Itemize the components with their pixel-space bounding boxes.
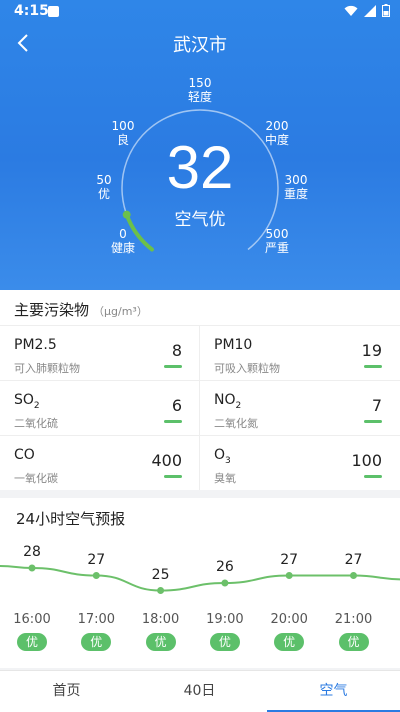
forecast-line bbox=[0, 565, 400, 592]
forecast-point bbox=[28, 564, 36, 572]
pollutant-value: 8 bbox=[171, 341, 182, 360]
pollutant-name: CO bbox=[14, 447, 35, 463]
forecast-card: 24小时空气预报 28 16:00 优 27 17:00 优 25 18:00 优 26 19:00… bbox=[0, 498, 400, 668]
pollutants-title: 主要污染物 （μg/m³） bbox=[14, 299, 148, 320]
forecast-level-badge: 优 bbox=[145, 633, 176, 651]
forecast-point bbox=[285, 572, 293, 579]
forecast-time: 16:00 bbox=[13, 612, 51, 627]
status-icons bbox=[344, 4, 390, 17]
forecast-time: 21:00 bbox=[334, 612, 373, 627]
forecast-value: 26 bbox=[215, 559, 234, 575]
pollutant-value: 100 bbox=[351, 451, 382, 470]
aqi-level: 空气优 bbox=[174, 210, 226, 230]
header: 4:15 武汉市 150 轻度 100 良 200 中度 50 优 300 重度 0 健康 … bbox=[0, 0, 400, 290]
gauge-label-num: 150 bbox=[188, 76, 212, 90]
pollutant-level-bar bbox=[364, 365, 382, 368]
forecast-point bbox=[221, 579, 229, 587]
pollutant-level-bar bbox=[164, 475, 182, 478]
pollutant-level-bar bbox=[364, 475, 382, 478]
pollutant-desc: 二氧化氮 bbox=[214, 417, 258, 430]
forecast-value: 25 bbox=[151, 566, 170, 583]
pollutant-name: PM2.5 bbox=[14, 337, 57, 353]
forecast-level-badge: 优 bbox=[209, 633, 240, 651]
pollutant-item: PM2.5 可入肺颗粒物 8 bbox=[0, 325, 200, 380]
pollutant-item: O3 臭氧 100 bbox=[200, 435, 400, 490]
tab-air[interactable]: 空气 bbox=[267, 671, 400, 712]
pollutant-desc: 可入肺颗粒物 bbox=[14, 362, 80, 375]
gauge-label-num: 100 bbox=[111, 119, 135, 133]
aqi-value: 32 bbox=[166, 134, 234, 201]
signal-icon bbox=[364, 4, 376, 17]
tab-40-days[interactable]: 40日 bbox=[133, 671, 266, 712]
forecast-level-badge: 优 bbox=[17, 633, 47, 651]
pollutants-title-text: 主要污染物 bbox=[14, 301, 90, 319]
pollutant-item: PM10 可吸入颗粒物 19 bbox=[200, 325, 400, 380]
forecast-level-badge: 优 bbox=[274, 633, 305, 651]
pollutant-name: PM10 bbox=[214, 337, 253, 353]
status-time: 4:15 bbox=[14, 3, 49, 19]
gauge-label-text: 轻度 bbox=[187, 90, 212, 104]
pollutant-name: O3 bbox=[214, 447, 231, 466]
pollutants-card: 主要污染物 （μg/m³） PM2.5 可入肺颗粒物 8 PM10 可吸入颗粒物 19 SO2… bbox=[0, 290, 400, 490]
forecast-value: 27 bbox=[344, 551, 363, 568]
pollutant-value: 400 bbox=[151, 451, 182, 470]
forecast-time: 20:00 bbox=[270, 612, 308, 627]
forecast-level-badge: 优 bbox=[338, 633, 369, 651]
pollutants-unit: （μg/m³） bbox=[93, 305, 148, 318]
gauge-label-text: 严重 bbox=[264, 241, 289, 255]
forecast-value: 28 bbox=[23, 544, 41, 560]
gauge-label-0: 0 健康 bbox=[98, 227, 148, 255]
pollutant-name: SO2 bbox=[14, 392, 40, 411]
forecast-point bbox=[92, 572, 100, 579]
wifi-icon bbox=[344, 5, 358, 16]
notification-icon bbox=[48, 6, 59, 17]
forecast-line-chart bbox=[0, 564, 400, 594]
forecast-time: 18:00 bbox=[141, 612, 180, 627]
forecast-value: 27 bbox=[280, 551, 299, 568]
pollutant-level-bar bbox=[164, 365, 182, 368]
pollutant-item: CO 一氧化碳 400 bbox=[0, 435, 200, 490]
pollutant-desc: 可吸入颗粒物 bbox=[214, 362, 280, 375]
gauge-label-text: 健康 bbox=[110, 241, 135, 255]
forecast-time: 19:00 bbox=[206, 612, 244, 627]
city-title: 武汉市 bbox=[173, 35, 227, 56]
forecast-value: 27 bbox=[87, 551, 106, 568]
pollutant-name: NO2 bbox=[214, 392, 242, 411]
tab-home[interactable]: 首页 bbox=[0, 671, 133, 712]
forecast-level-badge: 优 bbox=[81, 633, 112, 651]
pollutant-desc: 臭氧 bbox=[214, 472, 236, 485]
pollutant-level-bar bbox=[164, 420, 182, 423]
pollutant-desc: 一氧化碳 bbox=[14, 472, 58, 485]
gauge-label-150: 150 轻度 bbox=[175, 76, 225, 104]
pollutant-item: SO2 二氧化硫 6 bbox=[0, 380, 200, 435]
forecast-point bbox=[350, 572, 357, 579]
bottom-nav: 首页 40日 空气 bbox=[0, 670, 400, 712]
status-bar: 4:15 bbox=[0, 0, 400, 24]
battery-icon bbox=[382, 4, 390, 17]
pollutant-value: 6 bbox=[171, 396, 182, 415]
forecast-title: 24小时空气预报 bbox=[16, 510, 126, 528]
pollutant-level-bar bbox=[364, 420, 382, 423]
gauge-label-num: 200 bbox=[265, 119, 289, 133]
gauge-label-500: 500 严重 bbox=[252, 227, 302, 255]
pollutant-desc: 二氧化硫 bbox=[14, 417, 58, 430]
top-bar: 武汉市 bbox=[0, 26, 400, 60]
pollutant-item: NO2 二氧化氮 7 bbox=[200, 380, 400, 435]
forecast-point bbox=[157, 587, 165, 594]
pollutant-value: 7 bbox=[371, 396, 382, 415]
pollutant-value: 19 bbox=[361, 341, 382, 360]
forecast-time: 17:00 bbox=[77, 612, 116, 627]
